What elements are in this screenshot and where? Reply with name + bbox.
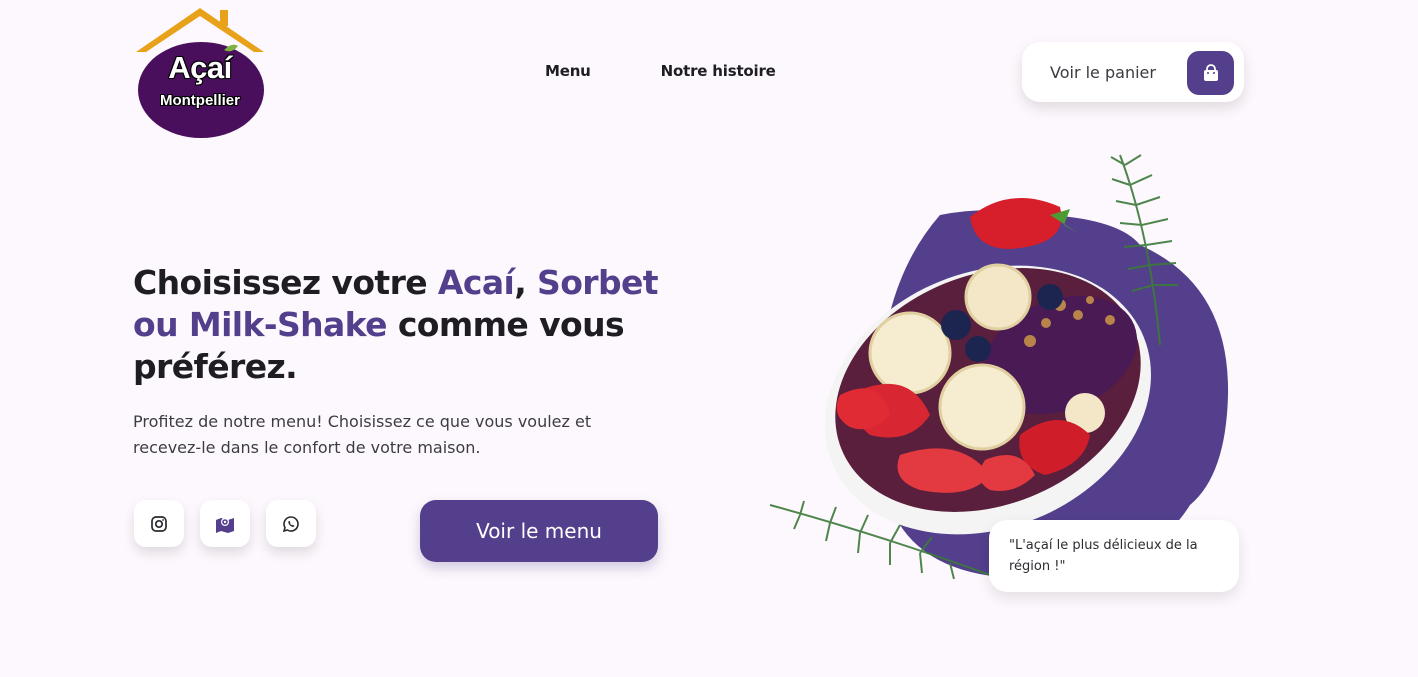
social-links <box>134 500 316 547</box>
cart-icon-button[interactable] <box>1187 51 1234 95</box>
map-button[interactable] <box>200 500 250 547</box>
map-icon <box>216 517 234 533</box>
cart-label: Voir le panier <box>1050 62 1156 82</box>
brand-logo[interactable]: Açaí Montpellier <box>132 6 268 140</box>
testimonial-card: "L'açaí le plus délicieux de la région !… <box>989 520 1239 592</box>
whatsapp-icon <box>282 515 299 532</box>
logo-title: Açaí <box>168 50 232 85</box>
hero-title: Choisissez votre Acaí, Sorbet ou Milk-Sh… <box>133 262 673 388</box>
instagram-button[interactable] <box>134 500 184 547</box>
hero-subtitle: Profitez de notre menu! Choisissez ce qu… <box>133 412 592 457</box>
hero-title-separator: , <box>514 263 538 302</box>
shopping-bag-icon <box>1203 64 1218 81</box>
hero-title-accent-acai: Acaí <box>437 263 515 302</box>
main-nav: Menu Notre histoire <box>545 62 776 80</box>
nav-link-menu[interactable]: Menu <box>545 62 591 80</box>
instagram-icon <box>151 515 167 532</box>
logo-subtitle: Montpellier <box>159 92 240 109</box>
nav-link-notre-histoire[interactable]: Notre histoire <box>661 62 776 80</box>
whatsapp-button[interactable] <box>266 500 316 547</box>
hero-title-part1: Choisissez votre <box>133 263 438 302</box>
view-cart-button[interactable]: Voir le panier <box>1022 42 1244 102</box>
view-menu-button[interactable]: Voir le menu <box>420 500 658 562</box>
